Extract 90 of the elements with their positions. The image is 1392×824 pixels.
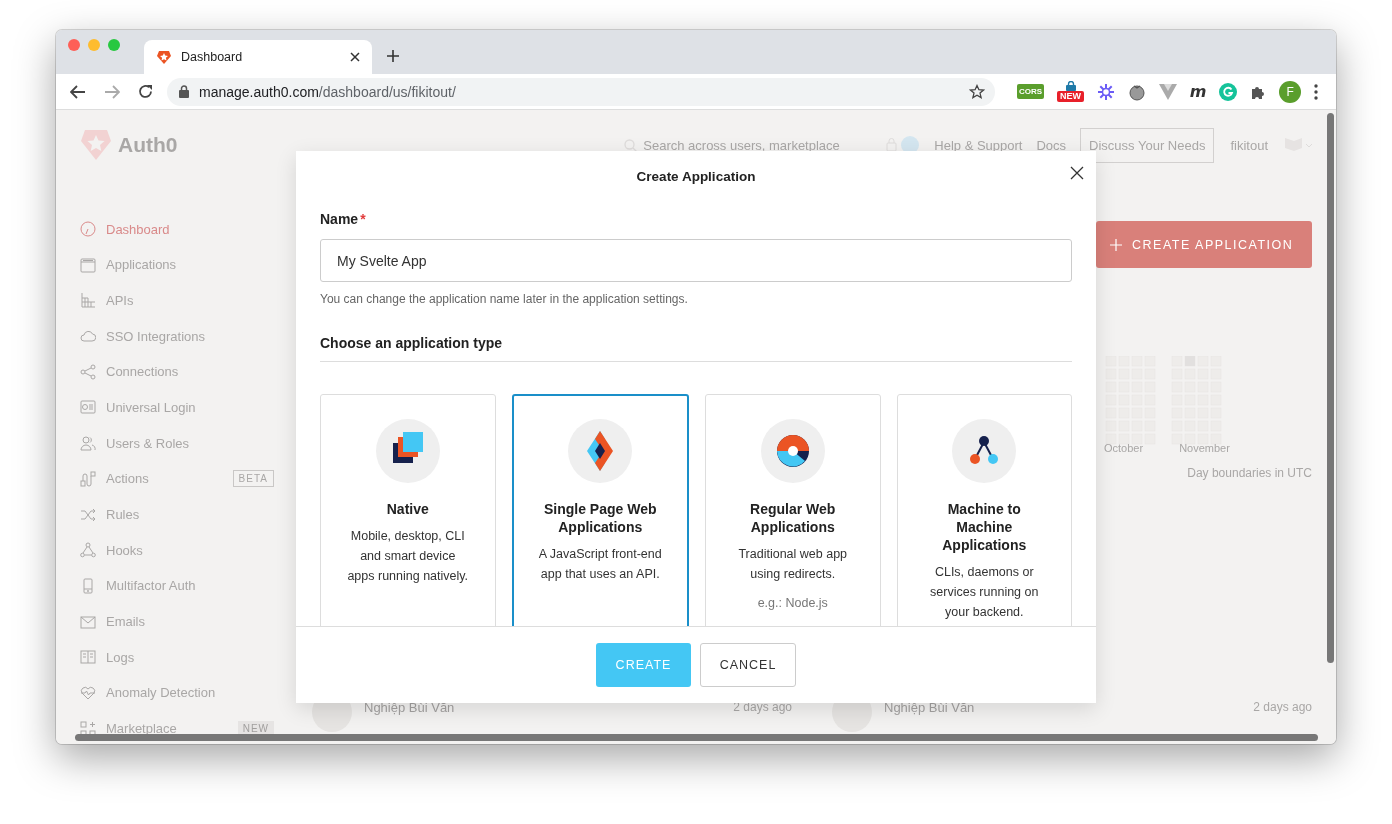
search-field[interactable]: Search across users, marketplace — [624, 137, 859, 153]
sidebar-item[interactable]: Logs — [80, 639, 296, 676]
hint-text: You can change the application name later in the application settings. — [320, 292, 689, 306]
card-title: Native — [386, 500, 429, 518]
tab-title: Dashboard — [181, 50, 244, 64]
badge: BETA — [232, 470, 274, 488]
scrollbar[interactable] — [75, 734, 1318, 741]
close-icon[interactable] — [350, 52, 360, 62]
address-field[interactable]: manage.auth0.com/dashboard/us/fikitout/ — [167, 77, 995, 106]
field-label: Name* — [320, 211, 367, 229]
scrollbar[interactable] — [1327, 113, 1334, 663]
cancel-button[interactable]: CANCEL — [700, 643, 796, 687]
book-icon — [80, 649, 96, 666]
sidebar-item[interactable]: Dashboard — [80, 211, 296, 247]
card-description: A JavaScript front-end app that uses an API. — [537, 546, 663, 583]
application-type-card[interactable]: Native Mobile, desktop, CLI and smart device apps running natively. — [320, 394, 496, 626]
plus-icon[interactable] — [387, 50, 399, 62]
name-field[interactable]: My Svelte App — [320, 239, 1072, 282]
sidebar-item[interactable]: Multifactor Auth — [80, 567, 296, 604]
connected-dots-icon — [952, 419, 1017, 483]
sidebar-item[interactable]: SSO Integrations — [80, 318, 296, 355]
card-title: Single Page Web Applications — [542, 500, 658, 536]
reload-icon[interactable] — [138, 84, 153, 99]
create-button[interactable]: CREATE — [596, 643, 691, 687]
user-name: Nghiệp Bùi Văn — [884, 700, 976, 715]
heart-icon — [80, 684, 96, 701]
envelope-icon — [80, 613, 96, 630]
plus-icon — [1110, 238, 1122, 251]
share-icon — [80, 363, 96, 380]
sidebar-item[interactable]: Emails — [80, 603, 296, 640]
logo-text: Auth0 — [118, 133, 178, 157]
shield-star-icon — [80, 128, 112, 162]
search-icon — [624, 138, 638, 152]
back-arrow-icon[interactable] — [70, 84, 86, 99]
sidebar-item[interactable]: Rules — [80, 496, 296, 533]
ring-icon — [760, 419, 825, 483]
card-description: Mobile, desktop, CLI and smart device apps running natively. — [346, 528, 470, 585]
shuffle-icon — [80, 506, 96, 523]
cloud-icon — [80, 328, 96, 345]
asterisk-icon[interactable] — [1096, 82, 1115, 101]
more-icon[interactable] — [1313, 83, 1318, 100]
card-description: CLIs, daemons or services running on your backend. — [929, 564, 1040, 621]
lock-icon — [179, 85, 189, 98]
lock-icon[interactable] — [1064, 81, 1077, 91]
sidebar-item[interactable]: Connections — [80, 353, 296, 390]
chart-note: Day boundaries in UTC — [1186, 466, 1312, 480]
sidebar-item[interactable]: Hooks — [80, 532, 296, 569]
apps-icon — [80, 720, 96, 737]
card-example: e.g.: Node.js — [757, 596, 828, 610]
stacked-squares-icon — [375, 419, 440, 483]
extension-button[interactable]: CORS — [1017, 84, 1045, 99]
card-icon — [80, 399, 96, 416]
phone-icon — [80, 577, 96, 594]
sidebar-item[interactable]: APIs — [80, 282, 296, 319]
close-icon[interactable] — [1070, 166, 1084, 180]
month-label: October — [1104, 442, 1144, 454]
url-text: manage.auth0.com/dashboard/us/fikitout/ — [199, 83, 457, 100]
card-description: Traditional web app using redirects. — [737, 546, 849, 583]
card-title: Machine to Machine Applications — [941, 500, 1028, 554]
header-link[interactable]: Help & Support — [934, 137, 1023, 153]
gauge-icon — [80, 221, 96, 237]
application-type-card[interactable]: Machine to Machine Applications CLIs, daemons or services running on your backend. — [896, 394, 1072, 626]
month-label: November — [1179, 442, 1230, 454]
sidebar-item[interactable]: Users & Roles — [80, 425, 296, 462]
sidebar-item[interactable]: Anomaly Detection — [80, 674, 296, 711]
window-icon — [80, 256, 96, 273]
grid-icon — [80, 292, 96, 309]
timestamp: 2 days ago — [1253, 700, 1312, 714]
discuss-button[interactable]: Discuss Your Needs — [1080, 127, 1215, 163]
nodes-icon — [80, 542, 96, 559]
header-link[interactable]: Docs — [1036, 137, 1067, 153]
new-badge: NEW — [1057, 91, 1085, 102]
sidebar-item[interactable]: Universal Login — [80, 389, 296, 426]
section-heading: Choose an application type — [320, 335, 1072, 362]
user-name: Nghiệp Bùi Văn — [364, 700, 456, 715]
users-icon — [80, 435, 96, 452]
browser-tab[interactable]: Dashboard — [144, 40, 372, 74]
flow-icon — [80, 470, 96, 487]
create-application-button[interactable]: CREATE APPLICATION — [1096, 221, 1312, 268]
shield-star-icon — [156, 49, 172, 65]
star-icon[interactable] — [969, 83, 985, 100]
extension-button[interactable]: m — [1189, 82, 1207, 101]
tomato-icon[interactable] — [1127, 82, 1146, 101]
chevrons-icon — [568, 419, 633, 483]
dialog-title: Create Application — [636, 168, 756, 184]
user-name[interactable]: fikitout — [1230, 137, 1268, 153]
card-title: Regular Web Applications — [749, 500, 837, 536]
profile-avatar[interactable]: F — [1279, 80, 1302, 103]
sidebar-item[interactable]: Actions BETA — [80, 460, 296, 497]
sidebar-item[interactable]: Applications — [80, 246, 296, 283]
